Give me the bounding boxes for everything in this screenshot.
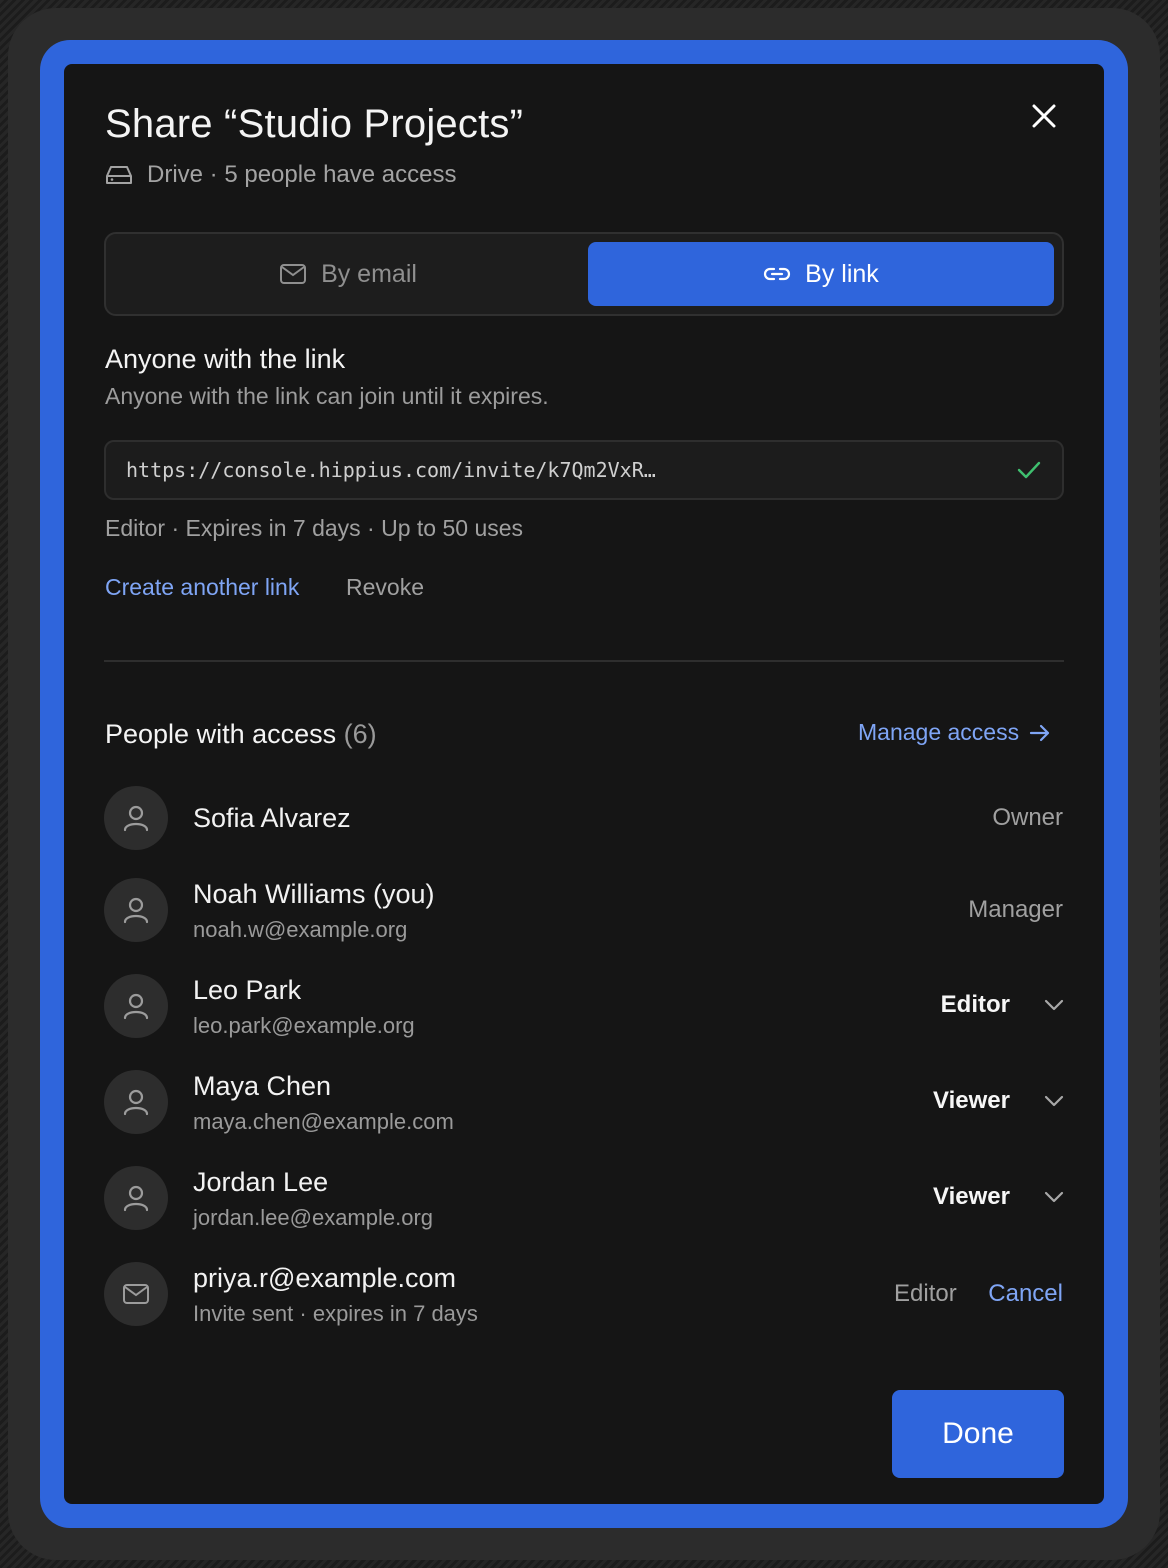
invite-status: Invite sent · expires in 7 days xyxy=(193,1301,478,1326)
invite-link-field[interactable]: https://console.hippius.com/invite/k7Qm2… xyxy=(104,440,1064,500)
member-email: noah.w@example.org xyxy=(193,917,408,942)
role-dropdown[interactable]: Viewer xyxy=(933,1183,1064,1211)
link-icon xyxy=(764,267,791,281)
role-dropdown[interactable]: Editor xyxy=(941,991,1064,1019)
role-dropdown-value: Editor xyxy=(940,991,1010,1018)
mail-icon xyxy=(123,1284,149,1304)
subtitle-text: Drive · 5 people have access xyxy=(147,161,457,188)
chevron-down-icon xyxy=(1044,999,1064,1011)
dialog-title: Share “Studio Projects” xyxy=(105,102,524,146)
member-name: Jordan Lee xyxy=(193,1167,329,1197)
check-icon xyxy=(1017,461,1041,479)
avatar xyxy=(104,878,168,942)
close-icon xyxy=(1032,104,1056,128)
avatar xyxy=(104,1262,168,1326)
member-name: Sofia Alvarez xyxy=(193,803,351,833)
people-count: (6) xyxy=(343,719,377,749)
member-role: Manager xyxy=(968,896,1063,923)
manage-access-link[interactable]: Manage access xyxy=(858,719,1051,746)
people-section-title: People with access (6) xyxy=(105,719,377,750)
avatar xyxy=(104,1070,168,1134)
tab-label: By link xyxy=(805,259,879,288)
chevron-down-icon xyxy=(1044,1191,1064,1203)
share-mode-tabs: By email By link xyxy=(104,232,1064,316)
link-settings-summary: Editor · Expires in 7 days · Up to 50 us… xyxy=(105,515,524,541)
dialog-subtitle: Drive · 5 people have access xyxy=(105,161,457,189)
avatar xyxy=(104,786,168,850)
avatar xyxy=(104,1166,168,1230)
close-button[interactable] xyxy=(1024,96,1064,136)
people-title-text: People with access xyxy=(105,719,337,749)
tab-by-link[interactable]: By link xyxy=(588,242,1054,306)
mail-icon xyxy=(280,264,307,284)
chevron-down-icon xyxy=(1044,1095,1064,1107)
user-icon xyxy=(123,897,149,924)
member-name: Noah Williams (you) xyxy=(193,879,435,909)
section-divider xyxy=(104,660,1064,662)
user-icon xyxy=(123,993,149,1020)
member-name: Leo Park xyxy=(193,975,302,1005)
share-dialog: Share “Studio Projects” Drive · 5 people… xyxy=(64,64,1104,1504)
user-icon xyxy=(123,1185,149,1212)
invitee-email: priya.r@example.com xyxy=(193,1263,456,1293)
tab-by-email[interactable]: By email xyxy=(114,242,582,306)
invite-link-url: https://console.hippius.com/invite/k7Qm2… xyxy=(126,458,656,482)
link-section-title: Anyone with the link xyxy=(105,344,346,374)
member-email: maya.chen@example.com xyxy=(193,1109,454,1134)
member-email: leo.park@example.org xyxy=(193,1013,415,1038)
avatar xyxy=(104,974,168,1038)
drive-icon xyxy=(106,166,132,184)
done-button[interactable]: Done xyxy=(892,1390,1064,1478)
revoke-link-button[interactable]: Revoke xyxy=(346,574,424,601)
user-icon xyxy=(123,805,149,832)
cancel-invite-button[interactable]: Cancel xyxy=(988,1280,1063,1308)
user-icon xyxy=(123,1089,149,1116)
invite-role: Editor xyxy=(894,1280,957,1307)
link-section-description: Anyone with the link can join until it e… xyxy=(105,383,549,409)
member-role: Owner xyxy=(992,804,1063,831)
create-another-link-button[interactable]: Create another link xyxy=(105,574,299,601)
arrow-right-icon xyxy=(1029,724,1050,741)
role-dropdown-value: Viewer xyxy=(933,1183,1010,1210)
tab-label: By email xyxy=(321,259,417,288)
member-email: jordan.lee@example.org xyxy=(193,1205,434,1230)
role-dropdown-value: Viewer xyxy=(933,1087,1010,1114)
member-name: Maya Chen xyxy=(193,1071,332,1101)
manage-access-label: Manage access xyxy=(858,719,1020,745)
role-dropdown[interactable]: Viewer xyxy=(933,1087,1064,1115)
